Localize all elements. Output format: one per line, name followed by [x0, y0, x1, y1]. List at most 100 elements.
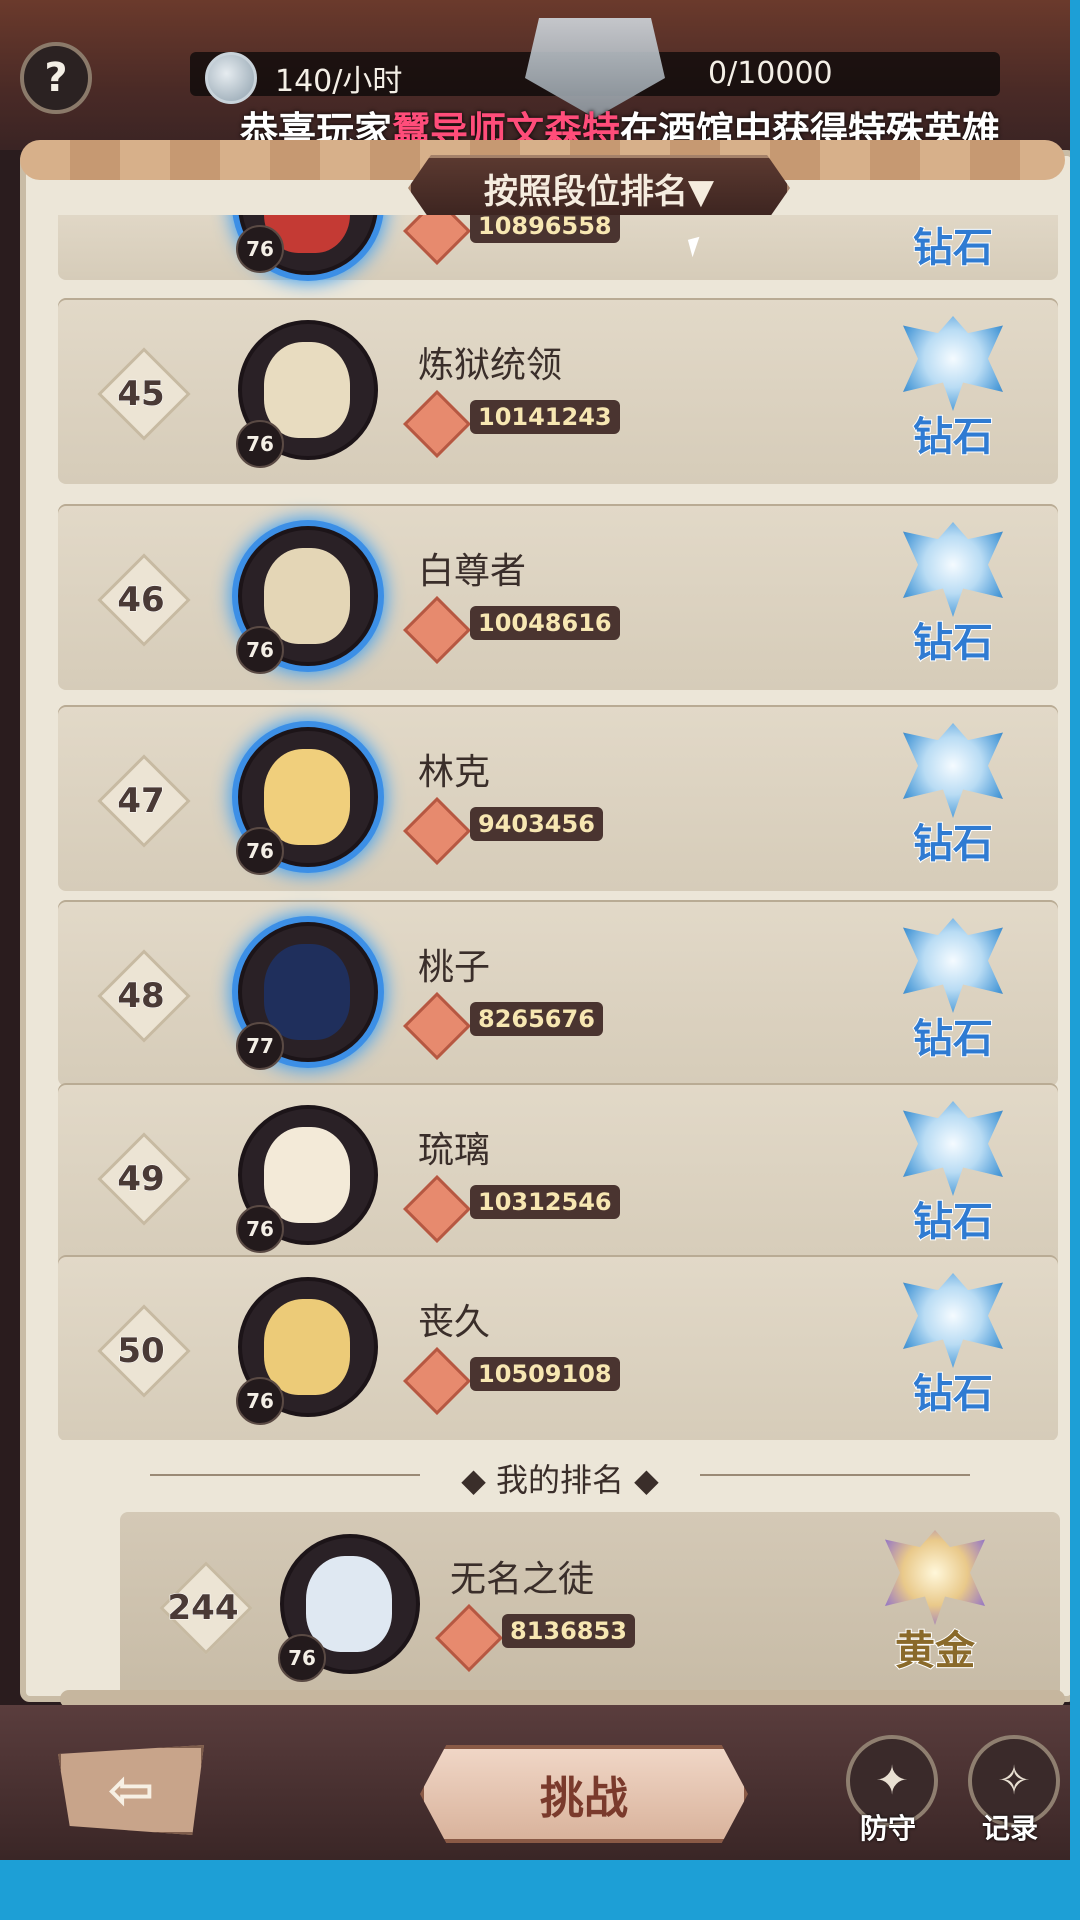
- diamond-tier-icon: [903, 522, 1003, 617]
- rank-number: 45: [117, 374, 165, 415]
- hero-portrait: [264, 1127, 350, 1223]
- tier-badge: 钻石: [888, 1273, 1018, 1423]
- rank-marker: 50: [96, 1303, 191, 1398]
- record-label: 记录: [981, 1812, 1038, 1845]
- hero-portrait: [264, 342, 350, 438]
- ranking-list[interactable]: 76 10896558 钻石 45 76 炼狱统领 10141243 钻石 46…: [58, 215, 1058, 1440]
- capacity-text: 0/10000: [708, 56, 833, 91]
- gold-tier-icon: [885, 1530, 985, 1625]
- level-badge: 76: [236, 1377, 284, 1425]
- back-button[interactable]: ⇦: [58, 1745, 204, 1835]
- tier-label: 钻石: [912, 224, 994, 272]
- record-button[interactable]: ✧ 记录: [960, 1735, 1060, 1845]
- rank-marker: 49: [96, 1131, 191, 1226]
- hero-portrait: [264, 1299, 350, 1395]
- my-rank-divider: ◆ 我的排名 ◆: [150, 1455, 970, 1499]
- player-name: 炼狱统领: [418, 345, 563, 386]
- back-arrow-icon: ⇦: [107, 1757, 155, 1823]
- tier-label: 钻石: [912, 619, 994, 667]
- list-item[interactable]: 47 76 林克 9403456 钻石: [58, 705, 1058, 891]
- defense-button[interactable]: ✦ 防守: [838, 1735, 938, 1845]
- sort-by-tier-dropdown[interactable]: 按照段位排名▼: [408, 155, 790, 221]
- tier-label: 黄金: [894, 1627, 976, 1675]
- tier-badge: 钻石: [888, 1101, 1018, 1251]
- power-value: 8265676: [470, 1002, 603, 1036]
- list-item[interactable]: 49 76 琉璃 10312546 钻石: [58, 1083, 1058, 1269]
- rank-number: 49: [117, 1159, 165, 1200]
- player-name: 白尊者: [418, 551, 527, 592]
- diamond-tier-icon: [903, 1273, 1003, 1368]
- diamond-tier-icon: [903, 723, 1003, 818]
- hero-portrait: [264, 749, 350, 845]
- tier-label: 钻石: [912, 820, 994, 868]
- tier-label: 钻石: [912, 1198, 994, 1246]
- diamond-tier-icon: [903, 1101, 1003, 1196]
- question-mark-icon: ?: [44, 55, 68, 101]
- my-rank-row[interactable]: 244 76 无名之徒 8136853 黄金: [120, 1512, 1060, 1698]
- power-icon: [403, 1347, 471, 1415]
- income-rate: 140/小时: [275, 64, 403, 99]
- power-value: 10509108: [470, 1357, 620, 1391]
- player-name: 桃子: [418, 947, 491, 988]
- tier-label: 钻石: [912, 413, 994, 461]
- power-value: 10896558: [470, 215, 620, 243]
- tier-badge: 钻石: [888, 316, 1018, 466]
- tier-label: 钻石: [912, 1015, 994, 1063]
- hero-portrait: [264, 944, 350, 1040]
- player-name: 林克: [418, 752, 491, 793]
- power-value: 10312546: [470, 1185, 620, 1219]
- list-item[interactable]: 45 76 炼狱统领 10141243 钻石: [58, 298, 1058, 484]
- rank-marker: 47: [96, 753, 191, 848]
- hero-portrait: [264, 548, 350, 644]
- tier-badge: 钻石: [888, 918, 1018, 1068]
- diamond-tier-icon: [903, 918, 1003, 1013]
- tier-badge: 钻石: [888, 522, 1018, 672]
- power-icon: [403, 596, 471, 664]
- rank-number: 46: [117, 580, 165, 621]
- challenge-button[interactable]: 挑战: [420, 1745, 748, 1843]
- hero-portrait: [306, 1556, 392, 1652]
- level-badge: 76: [278, 1634, 326, 1682]
- power-icon: [435, 1604, 503, 1672]
- power-value: 8136853: [502, 1614, 635, 1648]
- list-item[interactable]: 48 77 桃子 8265676 钻石: [58, 900, 1058, 1086]
- rank-number: 244: [167, 1588, 239, 1629]
- game-screen: ? 140/小时 0/10000 恭喜玩家蠶导师文森特在酒馆中获得特殊英雄 按照…: [0, 0, 1070, 1860]
- rank-marker: 244: [158, 1560, 253, 1655]
- player-name: 琉璃: [418, 1130, 491, 1171]
- level-badge: 76: [236, 1205, 284, 1253]
- tier-badge: 钻石: [888, 723, 1018, 873]
- tier-label: 钻石: [912, 1370, 994, 1418]
- level-badge: 77: [236, 1022, 284, 1070]
- power-icon: [403, 390, 471, 458]
- coin-icon: [205, 52, 257, 104]
- rank-marker: 45: [96, 346, 191, 441]
- list-item[interactable]: 46 76 白尊者 10048616 钻石: [58, 504, 1058, 690]
- diamond-tier-icon: [903, 316, 1003, 411]
- power-value: 10048616: [470, 606, 620, 640]
- tier-badge: 钻石: [888, 215, 1018, 275]
- tier-badge: 黄金: [870, 1530, 1000, 1680]
- rank-marker: 46: [96, 552, 191, 647]
- list-item[interactable]: 50 76 丧久 10509108 钻石: [58, 1255, 1058, 1440]
- level-badge: 76: [236, 225, 284, 273]
- defense-label: 防守: [859, 1812, 916, 1845]
- power-icon: [403, 992, 471, 1060]
- level-badge: 76: [236, 420, 284, 468]
- list-item[interactable]: 76 10896558 钻石: [58, 215, 1058, 280]
- rank-marker: 48: [96, 948, 191, 1043]
- level-badge: 76: [236, 626, 284, 674]
- level-badge: 76: [236, 827, 284, 875]
- rank-number: 48: [117, 976, 165, 1017]
- rank-number: 47: [117, 781, 165, 822]
- power-value: 9403456: [470, 807, 603, 841]
- player-name: 丧久: [418, 1302, 491, 1343]
- player-name: 无名之徒: [450, 1559, 595, 1600]
- power-icon: [403, 797, 471, 865]
- power-icon: [403, 1175, 471, 1243]
- my-rank-heading: ◆ 我的排名 ◆: [461, 1461, 659, 1499]
- help-button[interactable]: ?: [20, 42, 92, 114]
- rank-number: 50: [117, 1331, 165, 1372]
- power-value: 10141243: [470, 400, 620, 434]
- power-icon: [403, 215, 471, 265]
